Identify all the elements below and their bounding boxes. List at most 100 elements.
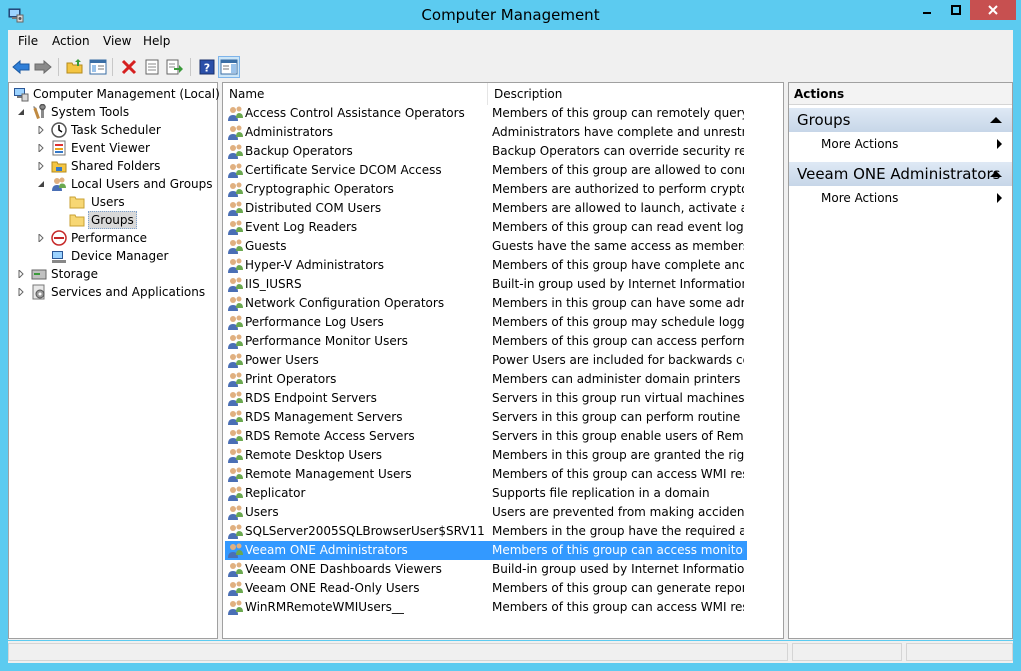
group-description: Built-in group used by Internet Informat…	[492, 277, 744, 291]
table-row[interactable]: Remote Management Users Members of this g…	[225, 465, 747, 484]
list-header: Name Description	[223, 83, 783, 105]
more-actions-veeam-one-administrators[interactable]: More Actions	[789, 188, 1012, 208]
table-row[interactable]: Guests Guests have the same access as mem…	[225, 237, 747, 256]
collapse-up-icon[interactable]	[990, 117, 1002, 123]
collapsed-icon[interactable]	[37, 234, 45, 242]
menu-action[interactable]: Action	[52, 34, 90, 48]
table-row[interactable]: Backup Operators Backup Operators can ove…	[225, 142, 747, 161]
table-row[interactable]: WinRMRemoteWMIUsers__ Members of this gro…	[225, 598, 747, 617]
table-row[interactable]: RDS Endpoint Servers Servers in this grou…	[225, 389, 747, 408]
groups-list: Name Description Access Control Assistan…	[222, 82, 784, 639]
group-name: Guests	[245, 239, 287, 253]
action-label: More Actions	[821, 137, 899, 151]
table-row[interactable]: Performance Log Users Members of this gro…	[225, 313, 747, 332]
group-icon	[228, 505, 243, 520]
export-list-button[interactable]	[164, 56, 186, 78]
up-folder-icon	[66, 59, 83, 74]
table-row[interactable]: Performance Monitor Users Members of this…	[225, 332, 747, 351]
table-row[interactable]: Access Control Assistance Operators Membe…	[225, 104, 747, 123]
menu-view[interactable]: View	[103, 34, 131, 48]
maximize-icon	[951, 5, 961, 15]
folder-icon	[69, 214, 85, 227]
title-bar[interactable]: Computer Management	[0, 0, 1021, 30]
table-row[interactable]: RDS Management Servers Servers in this gr…	[225, 408, 747, 427]
export-list-icon	[166, 59, 183, 75]
delete-button[interactable]	[118, 56, 140, 78]
status-bar	[8, 641, 1013, 663]
group-icon	[228, 220, 243, 235]
menu-file[interactable]: File	[18, 34, 38, 48]
collapsed-icon[interactable]	[37, 126, 45, 134]
help-button[interactable]: ?	[196, 56, 218, 78]
delete-icon	[121, 59, 137, 75]
up-folder-button[interactable]	[64, 56, 86, 78]
group-icon	[228, 353, 243, 368]
collapsed-icon[interactable]	[37, 162, 45, 170]
group-name: Distributed COM Users	[245, 201, 382, 215]
table-row[interactable]: Replicator Supports file replication in a…	[225, 484, 747, 503]
actions-title: Actions	[789, 83, 1012, 105]
table-row[interactable]: Hyper-V Administrators Members of this gr…	[225, 256, 747, 275]
table-row[interactable]: Distributed COM Users Members are allowed…	[225, 199, 747, 218]
tree-label: Services and Applications	[51, 285, 206, 299]
collapsed-icon[interactable]	[17, 270, 25, 278]
maximize-button[interactable]	[943, 0, 969, 20]
minimize-icon	[923, 12, 931, 14]
actions-section-groups[interactable]: Groups	[789, 108, 1012, 132]
minimize-button[interactable]	[914, 0, 940, 20]
group-description: Members in this group can have some admi…	[492, 296, 744, 310]
group-icon	[228, 391, 243, 406]
table-row[interactable]: Cryptographic Operators Members are autho…	[225, 180, 747, 199]
table-row[interactable]: Power Users Power Users are included for …	[225, 351, 747, 370]
close-button[interactable]	[970, 0, 1016, 20]
table-row[interactable]: Print Operators Members can administer do…	[225, 370, 747, 389]
table-row[interactable]: Network Configuration Operators Members i…	[225, 294, 747, 313]
group-icon	[228, 467, 243, 482]
table-row[interactable]: Remote Desktop Users Members in this grou…	[225, 446, 747, 465]
group-description: Members of this group can access perform…	[492, 334, 744, 348]
group-name: SQLServer2005SQLBrowserUser$SRV11	[245, 524, 485, 538]
group-name: RDS Endpoint Servers	[245, 391, 377, 405]
folder-icon	[69, 196, 85, 209]
column-header-description[interactable]: Description	[488, 83, 783, 105]
table-row[interactable]: Certificate Service DCOM Access Members o…	[225, 161, 747, 180]
properties-button[interactable]	[141, 56, 163, 78]
tree-label: Shared Folders	[71, 159, 161, 173]
back-button[interactable]	[10, 56, 32, 78]
column-header-name[interactable]: Name	[223, 83, 488, 105]
actions-section-veeam-one-administrators[interactable]: Veeam ONE Administrators	[789, 162, 1012, 186]
group-description: Servers in this group can perform routin…	[492, 410, 744, 424]
expanded-icon[interactable]	[37, 180, 45, 188]
group-icon	[228, 334, 243, 349]
status-cell-2	[792, 643, 902, 661]
menu-help[interactable]: Help	[143, 34, 170, 48]
table-row[interactable]: Veeam ONE Administrators Members of this …	[225, 541, 747, 560]
group-icon	[228, 429, 243, 444]
table-row[interactable]: RDS Remote Access Servers Servers in this…	[225, 427, 747, 446]
table-row[interactable]: SQLServer2005SQLBrowserUser$SRV11 Members…	[225, 522, 747, 541]
table-row[interactable]: Event Log Readers Members of this group c…	[225, 218, 747, 237]
group-icon	[228, 448, 243, 463]
group-name: Cryptographic Operators	[245, 182, 394, 196]
table-row[interactable]: Veeam ONE Read-Only Users Members of this…	[225, 579, 747, 598]
forward-button[interactable]	[32, 56, 54, 78]
collapsed-icon[interactable]	[17, 288, 25, 296]
table-row[interactable]: Veeam ONE Dashboards Viewers Build-in gro…	[225, 560, 747, 579]
table-row[interactable]: IIS_IUSRS Built-in group used by Internet…	[225, 275, 747, 294]
table-row[interactable]: Administrators Administrators have comple…	[225, 123, 747, 142]
group-description: Backup Operators can override security r…	[492, 144, 744, 158]
show-hide-tree-button[interactable]	[87, 56, 109, 78]
group-icon	[228, 562, 243, 577]
section-title: Groups	[797, 111, 851, 129]
expanded-icon[interactable]	[17, 108, 25, 116]
collapsed-icon[interactable]	[37, 144, 45, 152]
more-actions-groups[interactable]: More Actions	[789, 134, 1012, 154]
table-row[interactable]: Users Users are prevented from making acc…	[225, 503, 747, 522]
group-description: Guests have the same access as members o…	[492, 239, 744, 253]
group-name: Veeam ONE Read-Only Users	[245, 581, 420, 595]
collapse-up-icon[interactable]	[990, 171, 1002, 177]
group-icon	[228, 581, 243, 596]
group-icon	[228, 144, 243, 159]
action-pane-button[interactable]	[218, 56, 240, 78]
group-name: Users	[245, 505, 279, 519]
